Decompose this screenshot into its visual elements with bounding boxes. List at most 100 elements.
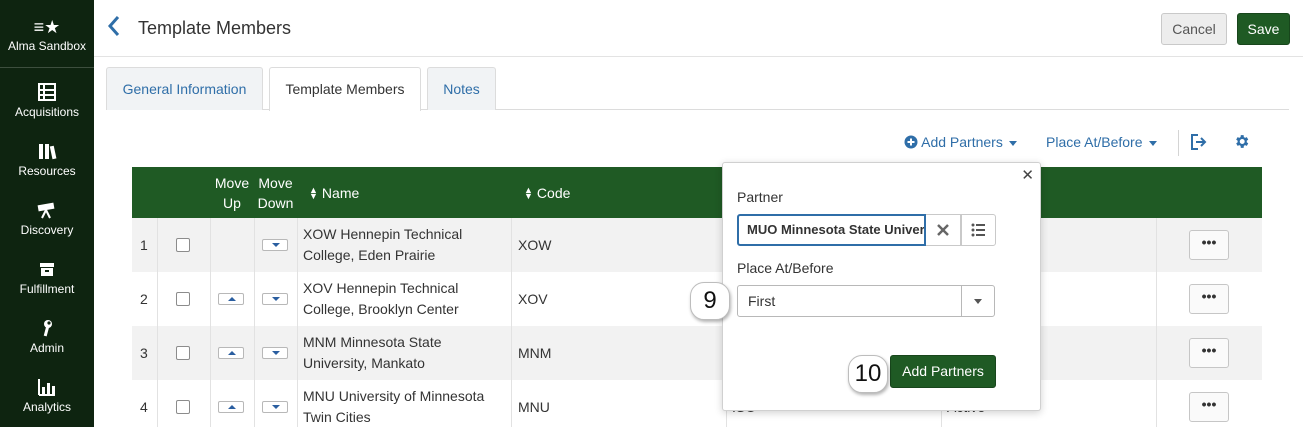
close-icon[interactable]: ✕ xyxy=(1021,166,1034,184)
list-picker-icon[interactable] xyxy=(961,214,996,246)
move-up-button[interactable] xyxy=(218,401,244,413)
column-divider xyxy=(157,326,158,380)
sidebar-item-label: Acquisitions xyxy=(14,105,80,119)
row-checkbox[interactable] xyxy=(176,400,190,414)
cancel-button[interactable]: Cancel xyxy=(1161,13,1227,45)
sidebar-item-analytics[interactable]: Analytics xyxy=(0,377,94,414)
chevron-down-icon xyxy=(1148,140,1157,146)
page-title: Template Members xyxy=(138,18,292,38)
sidebar-item-label: Discovery xyxy=(20,223,74,237)
column-divider xyxy=(297,272,298,326)
row-checkbox[interactable] xyxy=(176,292,190,306)
row-checkbox[interactable] xyxy=(176,238,190,252)
move-up-cell xyxy=(218,272,248,326)
member-name: MNU University of Minnesota Twin Cities xyxy=(303,388,485,425)
row-index: 4 xyxy=(140,398,148,415)
column-divider xyxy=(157,218,158,272)
column-header-name[interactable]: ▲ ▼ Name xyxy=(309,167,509,218)
arrow-down-icon xyxy=(272,297,280,301)
row-actions-button[interactable]: ••• xyxy=(1189,284,1229,314)
step-badge-9: 9 xyxy=(690,282,730,320)
move-up-cell xyxy=(218,326,248,380)
row-index: 3 xyxy=(140,344,148,361)
column-divider xyxy=(1156,326,1157,380)
row-actions-button[interactable]: ••• xyxy=(1189,338,1229,368)
place-at-before-select[interactable]: First xyxy=(737,285,995,317)
sidebar-item-label: Fulfillment xyxy=(19,282,75,296)
column-divider xyxy=(511,326,512,380)
move-down-button[interactable] xyxy=(262,293,288,305)
export-icon[interactable] xyxy=(1189,133,1207,154)
column-header-code[interactable]: ▲ ▼ Code xyxy=(524,167,724,218)
table-header: Move Up Move Down ▲ ▼ Name ▲ ▼ Code xyxy=(132,167,1262,218)
sidebar-item-discovery[interactable]: Discovery xyxy=(0,200,94,237)
sidebar-item-resources[interactable]: Resources xyxy=(0,141,94,178)
move-down-cell xyxy=(262,380,292,427)
tab-notes[interactable]: Notes xyxy=(427,67,496,110)
row-checkbox-cell xyxy=(176,218,196,272)
add-partners-dropdown[interactable]: Add Partners xyxy=(904,134,1017,150)
sidebar-item-fulfillment[interactable]: Fulfillment xyxy=(0,259,94,296)
column-divider xyxy=(254,272,255,326)
table-row: 3 MNM Minnesota State University, Mankato… xyxy=(132,326,1262,380)
wrench-icon xyxy=(0,318,94,340)
row-checkbox-cell xyxy=(176,326,196,380)
move-down-button[interactable] xyxy=(262,347,288,359)
column-divider xyxy=(254,380,255,427)
gear-icon[interactable] xyxy=(1233,133,1250,153)
sandbox-icon: ≡★ xyxy=(33,17,61,37)
arrow-down-icon xyxy=(272,405,280,409)
row-actions-button[interactable]: ••• xyxy=(1189,392,1229,422)
column-divider xyxy=(1156,218,1157,272)
member-code: XOV xyxy=(518,290,548,307)
move-up-button[interactable] xyxy=(218,293,244,305)
sidebar-item-admin[interactable]: Admin xyxy=(0,318,94,355)
tab-template-members[interactable]: Template Members xyxy=(269,67,421,111)
column-divider xyxy=(210,326,211,380)
add-circle-icon xyxy=(904,134,918,150)
sidebar-divider xyxy=(0,67,94,68)
chevron-down-icon xyxy=(1008,140,1017,146)
sidebar-item-sandbox[interactable]: ≡★ Alma Sandbox xyxy=(0,16,94,53)
place-at-before-dropdown[interactable]: Place At/Before xyxy=(1046,134,1157,150)
member-name: XOW Hennepin Technical College, Eden Pra… xyxy=(303,226,463,263)
column-divider xyxy=(210,218,211,272)
telescope-icon xyxy=(0,200,94,222)
main-sidebar: ≡★ Alma Sandbox Acquisitions Resources D… xyxy=(0,0,94,427)
back-arrow-icon[interactable] xyxy=(106,14,126,42)
move-down-button[interactable] xyxy=(262,239,288,251)
row-checkbox[interactable] xyxy=(176,346,190,360)
acquisitions-icon xyxy=(0,82,94,104)
column-header-move-up: Move Up xyxy=(214,174,250,211)
move-down-cell xyxy=(262,326,292,380)
place-at-before-label: Place At/Before xyxy=(737,260,834,276)
arrow-down-icon xyxy=(272,351,280,355)
arrow-up-icon xyxy=(228,405,236,409)
arrow-down-icon xyxy=(272,243,280,247)
toolbar-divider xyxy=(1178,130,1179,156)
resources-icon xyxy=(0,141,94,163)
row-actions-cell: ••• xyxy=(1189,218,1231,272)
column-divider xyxy=(1156,380,1157,427)
partner-input[interactable]: MUO Minnesota State University Moorhead xyxy=(737,214,926,246)
save-button[interactable]: Save xyxy=(1237,13,1290,45)
column-divider xyxy=(1156,272,1157,326)
sidebar-item-acquisitions[interactable]: Acquisitions xyxy=(0,82,94,119)
step-badge-10: 10 xyxy=(848,355,888,393)
table-row: 4 MNU University of Minnesota Twin Cities… xyxy=(132,380,1262,427)
move-down-button[interactable] xyxy=(262,401,288,413)
column-divider xyxy=(297,380,298,427)
clear-icon[interactable] xyxy=(926,214,961,246)
column-divider xyxy=(511,380,512,427)
column-divider xyxy=(297,218,298,272)
member-code: MNM xyxy=(518,344,552,361)
member-code: XOW xyxy=(518,236,552,253)
place-at-before-value: First xyxy=(748,293,776,309)
tab-general-information[interactable]: General Information xyxy=(106,67,263,110)
table-row: 1 XOW Hennepin Technical College, Eden Pr… xyxy=(132,218,1262,272)
move-up-button[interactable] xyxy=(218,347,244,359)
row-checkbox-cell xyxy=(176,272,196,326)
fulfillment-icon xyxy=(0,259,94,281)
row-actions-button[interactable]: ••• xyxy=(1189,230,1229,260)
add-partners-button[interactable]: Add Partners xyxy=(890,355,996,388)
